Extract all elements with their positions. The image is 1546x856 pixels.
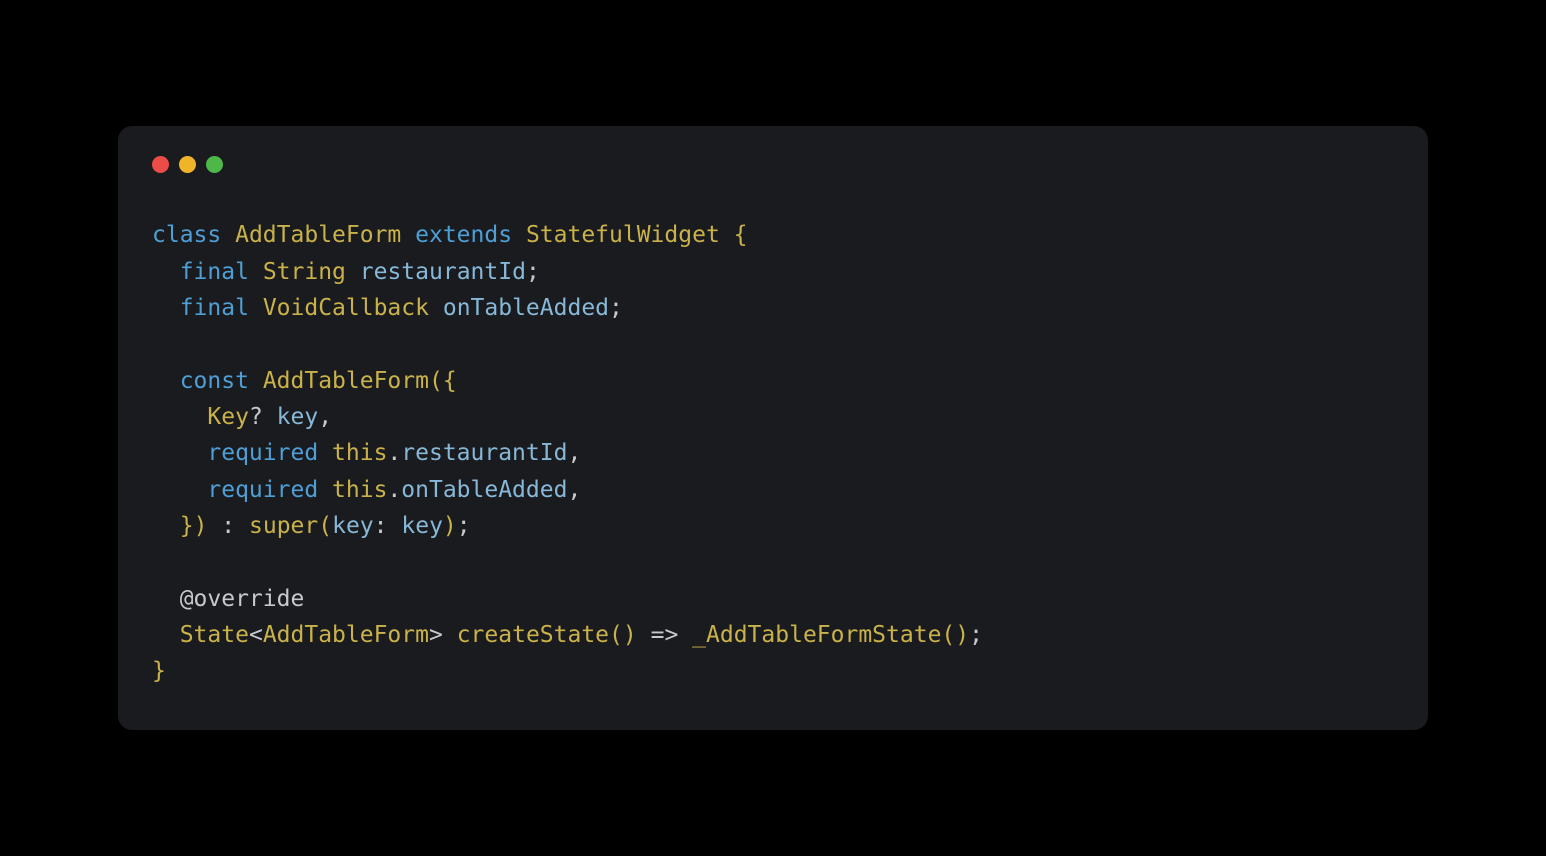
paren-close: ) (623, 622, 637, 648)
semicolon: ; (526, 259, 540, 285)
brace-close: } (180, 513, 194, 539)
keyword-required: required (207, 440, 318, 466)
keyword-this: this (332, 440, 387, 466)
keyword-this: this (332, 477, 387, 503)
semicolon: ; (457, 513, 471, 539)
type-Key: Key (207, 404, 249, 430)
annotation-override: @override (180, 586, 305, 612)
code-block: class AddTableForm extends StatefulWidge… (152, 217, 1394, 689)
angle-open: < (249, 622, 263, 648)
brace-open: { (734, 222, 748, 248)
param-onTableAdded: onTableAdded (401, 477, 567, 503)
close-icon[interactable] (152, 156, 169, 173)
paren-open: ( (609, 622, 623, 648)
brace-close: } (152, 658, 166, 684)
paren-open: ( (941, 622, 955, 648)
arrow-op: => (651, 622, 679, 648)
semicolon: ; (609, 295, 623, 321)
comma: , (567, 440, 581, 466)
type-State: State (180, 622, 249, 648)
minimize-icon[interactable] (179, 156, 196, 173)
fn-AddTableFormState: _AddTableFormState (692, 622, 941, 648)
paren-close: ) (194, 513, 208, 539)
field-restaurantId: restaurantId (360, 259, 526, 285)
keyword-required: required (207, 477, 318, 503)
arg-key: key (401, 513, 443, 539)
label-key: key (332, 513, 374, 539)
dot: . (387, 477, 401, 503)
paren-close: ) (443, 513, 457, 539)
keyword-extends: extends (415, 222, 512, 248)
brace-open: { (443, 368, 457, 394)
param-key: key (277, 404, 319, 430)
keyword-final: final (180, 295, 249, 321)
angle-close: > (429, 622, 443, 648)
window-titlebar (152, 154, 1394, 173)
type-StatefulWidget: StatefulWidget (526, 222, 720, 248)
semicolon: ; (969, 622, 983, 648)
zoom-icon[interactable] (206, 156, 223, 173)
paren-open: ( (429, 368, 443, 394)
keyword-final: final (180, 259, 249, 285)
type-String: String (263, 259, 346, 285)
comma: , (567, 477, 581, 503)
keyword-class: class (152, 222, 221, 248)
type-AddTableForm: AddTableForm (235, 222, 401, 248)
call-super: super (249, 513, 318, 539)
type-AddTableForm-generic: AddTableForm (263, 622, 429, 648)
ctor-AddTableForm: AddTableForm (263, 368, 429, 394)
field-onTableAdded: onTableAdded (443, 295, 609, 321)
paren-open: ( (318, 513, 332, 539)
fn-createState: createState (457, 622, 609, 648)
paren-close: ) (955, 622, 969, 648)
code-window: class AddTableForm extends StatefulWidge… (118, 126, 1428, 729)
param-restaurantId: restaurantId (401, 440, 567, 466)
colon: : (374, 513, 388, 539)
type-VoidCallback: VoidCallback (263, 295, 429, 321)
nullable-qmark: ? (249, 404, 263, 430)
colon: : (221, 513, 235, 539)
comma: , (318, 404, 332, 430)
dot: . (387, 440, 401, 466)
keyword-const: const (180, 368, 249, 394)
